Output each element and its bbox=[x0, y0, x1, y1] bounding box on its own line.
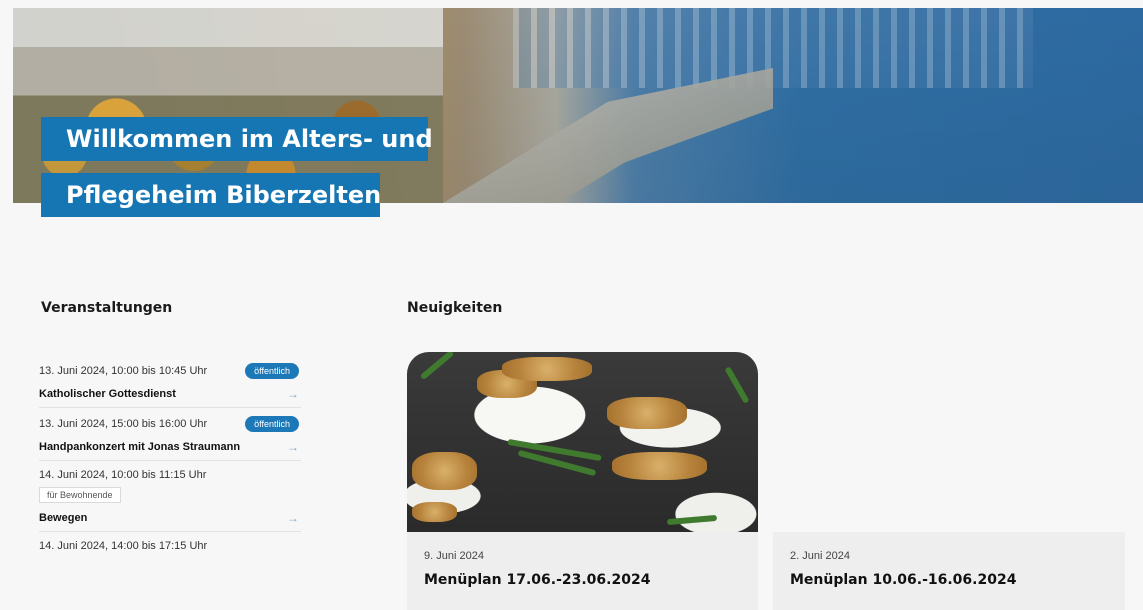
arrow-right-icon[interactable]: → bbox=[287, 440, 299, 454]
event-date: 14. Juni 2024, 14:00 bis 17:15 Uhr bbox=[39, 540, 208, 552]
event-date: 14. Juni 2024, 10:00 bis 11:15 Uhr bbox=[39, 469, 207, 481]
news-image-food[interactable] bbox=[407, 352, 758, 532]
events-list: 13. Juni 2024, 10:00 bis 10:45 Uhr öffen… bbox=[39, 355, 301, 558]
food-item bbox=[419, 352, 455, 381]
food-item bbox=[412, 452, 477, 490]
news-section-title: Neuigkeiten bbox=[407, 300, 503, 316]
arrow-right-icon[interactable]: → bbox=[287, 387, 299, 401]
event-title[interactable]: Bewegen bbox=[39, 512, 87, 524]
food-item bbox=[412, 502, 457, 522]
food-item bbox=[502, 357, 592, 381]
hero-title-line-2: Pflegeheim Biberzelten bbox=[41, 173, 381, 217]
food-item bbox=[724, 366, 750, 404]
news-card[interactable]: 9. Juni 2024 Menüplan 17.06.-23.06.2024 bbox=[407, 352, 758, 610]
events-section-title: Veranstaltungen bbox=[41, 300, 173, 316]
arrow-right-icon[interactable]: → bbox=[287, 511, 299, 525]
event-item[interactable]: 13. Juni 2024, 10:00 bis 10:45 Uhr öffen… bbox=[39, 355, 301, 408]
hero-image-marina bbox=[513, 8, 1033, 88]
public-badge: öffentlich bbox=[245, 363, 299, 379]
news-card[interactable]: 2. Juni 2024 Menüplan 10.06.-16.06.2024 bbox=[773, 532, 1125, 610]
food-item bbox=[666, 514, 718, 526]
public-badge: öffentlich bbox=[245, 416, 299, 432]
hero-image-promenade bbox=[443, 68, 773, 203]
news-headline[interactable]: Menüplan 10.06.-16.06.2024 bbox=[790, 572, 1016, 588]
news-card-body[interactable]: 2. Juni 2024 Menüplan 10.06.-16.06.2024 bbox=[773, 532, 1125, 610]
news-date: 2. Juni 2024 bbox=[790, 550, 850, 562]
event-date: 13. Juni 2024, 15:00 bis 16:00 Uhr bbox=[39, 418, 208, 430]
food-item bbox=[607, 397, 687, 429]
food-item bbox=[612, 452, 707, 480]
event-title[interactable]: Handpankonzert mit Jonas Straumann bbox=[39, 441, 240, 453]
news-date: 9. Juni 2024 bbox=[424, 550, 484, 562]
event-item[interactable]: 13. Juni 2024, 15:00 bis 16:00 Uhr öffen… bbox=[39, 408, 301, 461]
hero-title: Willkommen im Alters- und Pflegeheim Bib… bbox=[41, 117, 433, 217]
hero-title-line-1: Willkommen im Alters- und bbox=[41, 117, 433, 161]
news-card-body[interactable]: 9. Juni 2024 Menüplan 17.06.-23.06.2024 bbox=[407, 532, 758, 610]
event-item[interactable]: 14. Juni 2024, 14:00 bis 17:15 Uhr bbox=[39, 532, 301, 558]
event-item[interactable]: 14. Juni 2024, 10:00 bis 11:15 Uhr für B… bbox=[39, 461, 301, 532]
news-headline[interactable]: Menüplan 17.06.-23.06.2024 bbox=[424, 572, 650, 588]
event-date: 13. Juni 2024, 10:00 bis 10:45 Uhr bbox=[39, 365, 208, 377]
audience-tag: für Bewohnende bbox=[39, 487, 121, 503]
event-title[interactable]: Katholischer Gottesdienst bbox=[39, 388, 176, 400]
